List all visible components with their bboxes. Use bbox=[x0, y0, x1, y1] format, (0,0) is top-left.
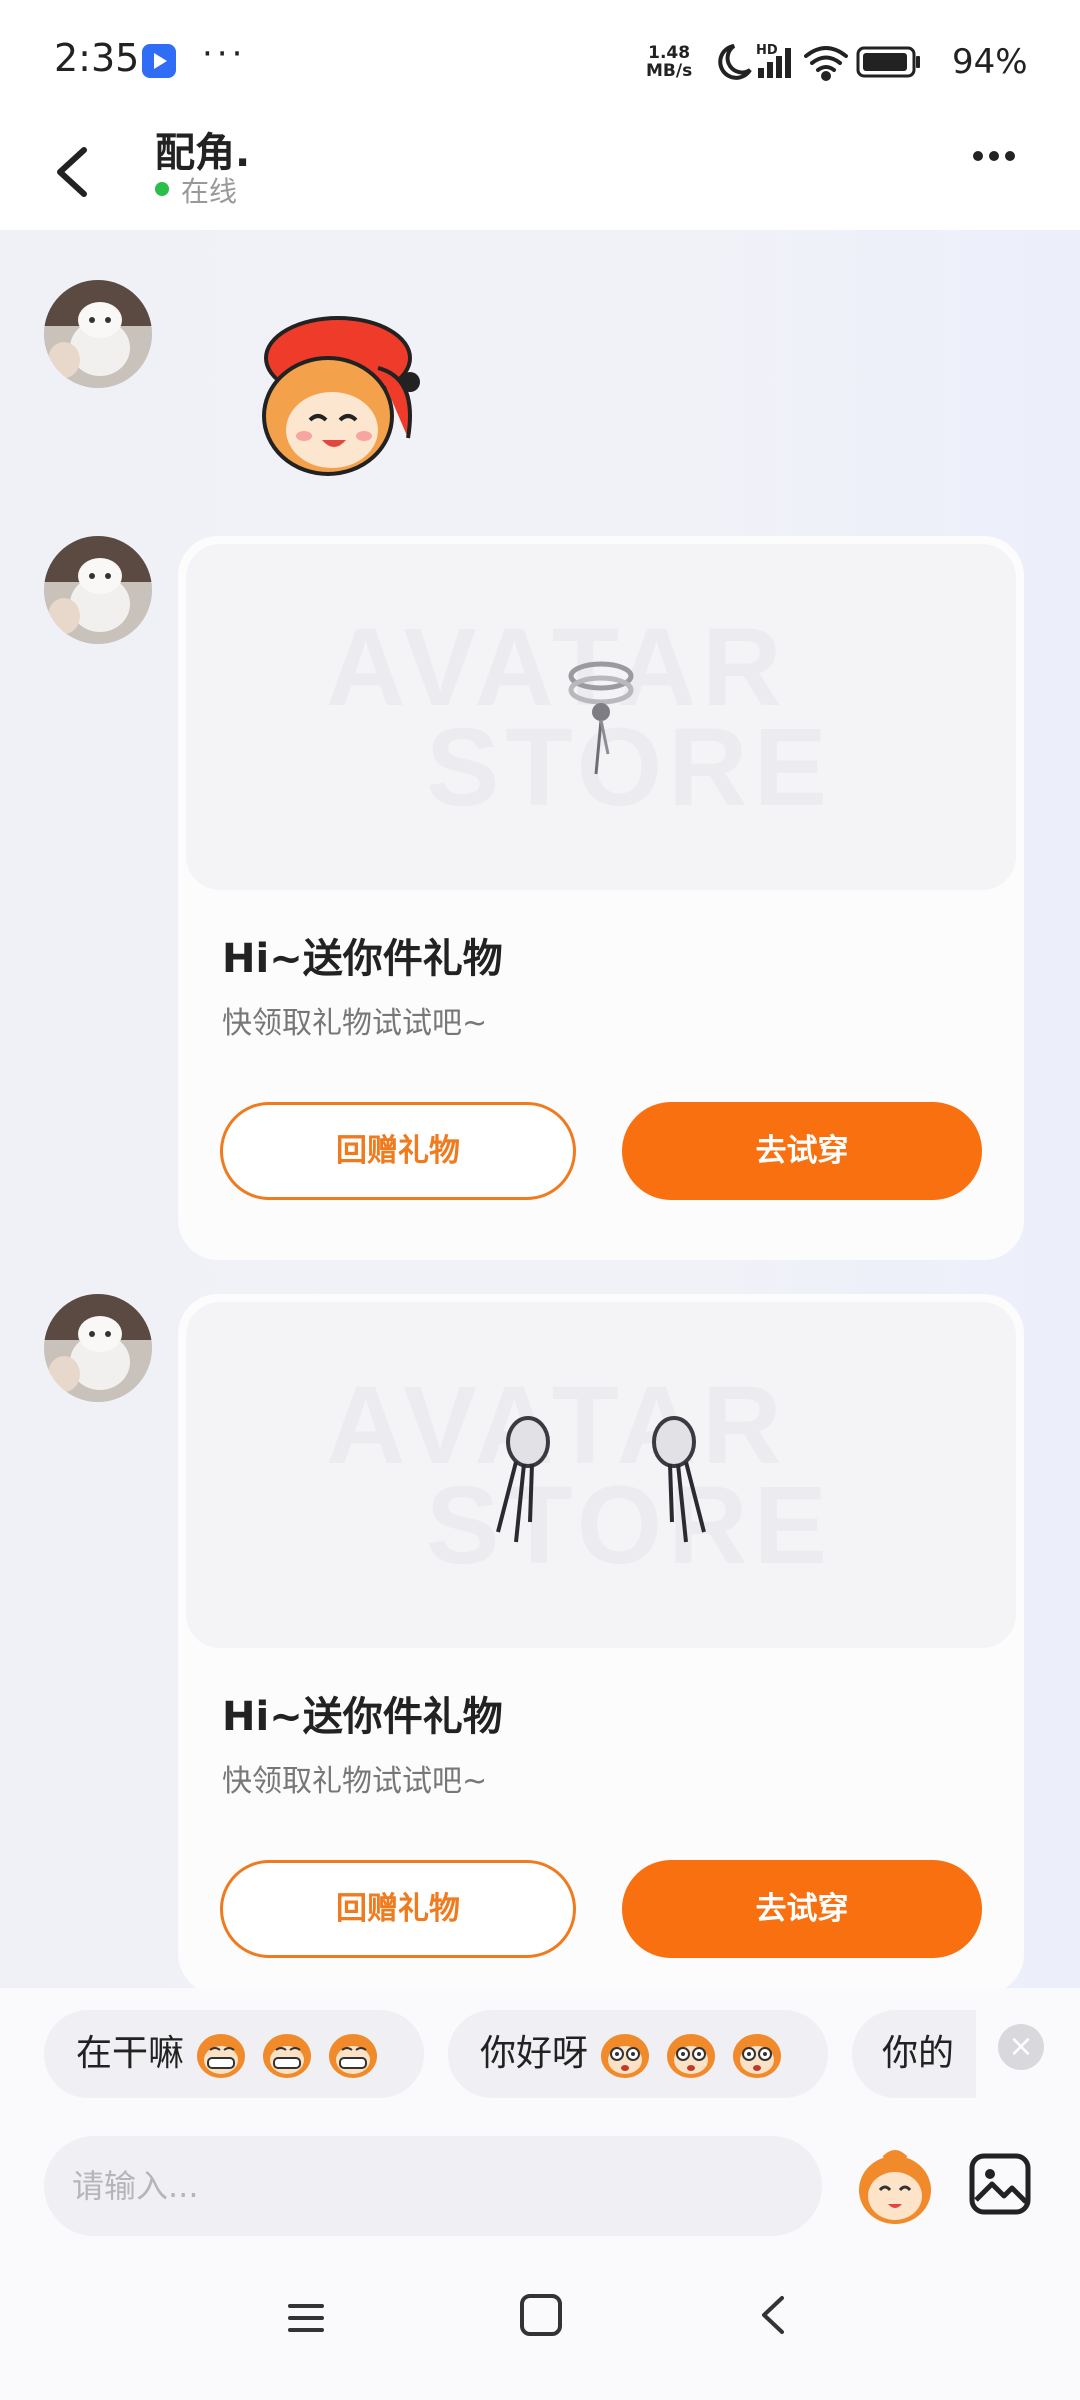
wifi-icon bbox=[804, 46, 848, 81]
hd-label: HD bbox=[756, 43, 778, 58]
back-button[interactable] bbox=[44, 132, 104, 212]
try-on-button[interactable]: 去试穿 bbox=[622, 1860, 982, 1958]
system-back-button[interactable] bbox=[750, 2290, 800, 2340]
return-gift-button[interactable]: 回赠礼物 bbox=[220, 1860, 576, 1958]
home-button[interactable] bbox=[516, 2290, 566, 2340]
system-navigation-bar bbox=[0, 2246, 1080, 2400]
quick-reply-text: 你好呀 bbox=[480, 2033, 589, 2074]
quick-reply-text: 你的 bbox=[882, 2033, 955, 2074]
earrings-gift-image bbox=[496, 1416, 706, 1543]
monkey-emoji-icon bbox=[859, 2150, 931, 2224]
choker-gift-image bbox=[568, 661, 634, 775]
wide-eye-monkey-icon bbox=[733, 2034, 781, 2078]
cartoon-sticker-image bbox=[262, 316, 420, 476]
image-icon bbox=[969, 2153, 1031, 2215]
contact-avatar[interactable] bbox=[44, 536, 152, 644]
chevron-left-icon bbox=[762, 2296, 784, 2334]
return-gift-button[interactable]: 回赠礼物 bbox=[220, 1102, 576, 1200]
avatar-image bbox=[44, 280, 152, 388]
more-notifications-icon: ··· bbox=[202, 34, 247, 74]
quick-reply-text: 在干嘛 bbox=[76, 2033, 185, 2074]
square-home-icon bbox=[520, 2294, 562, 2336]
emoji-button[interactable] bbox=[850, 2144, 940, 2228]
quick-reply-chip[interactable]: 在干嘛 bbox=[44, 2010, 424, 2098]
grin-monkey-icon bbox=[329, 2034, 377, 2078]
try-on-button[interactable]: 去试穿 bbox=[622, 1102, 982, 1200]
contact-avatar[interactable] bbox=[44, 280, 152, 388]
gift-preview[interactable]: AVATAR STORE bbox=[186, 1302, 1016, 1648]
message-input-bar bbox=[0, 2106, 1080, 2246]
gift-card[interactable]: AVATAR STORE Hi~送你件礼物 快领取礼物试试吧~ 回赠礼物 去试穿 bbox=[178, 1294, 1024, 1994]
grin-monkey-icon bbox=[197, 2034, 245, 2078]
recents-button[interactable] bbox=[282, 2294, 330, 2342]
battery-icon bbox=[856, 46, 920, 78]
status-time: 2:35 bbox=[54, 36, 140, 80]
status-icons: HD bbox=[718, 43, 920, 81]
contact-avatar[interactable] bbox=[44, 1294, 152, 1402]
avatar-image bbox=[44, 1294, 152, 1402]
message-input[interactable] bbox=[44, 2136, 822, 2236]
more-options-button[interactable] bbox=[970, 146, 1040, 196]
grin-monkey-icon bbox=[263, 2034, 311, 2078]
battery-percentage: 94% bbox=[952, 42, 1028, 82]
gift-card-subtitle: 快领取礼物试试吧~ bbox=[222, 1764, 488, 1799]
do-not-disturb-moon-icon bbox=[718, 44, 752, 80]
wide-eye-monkey-icon bbox=[601, 2034, 649, 2078]
quick-reply-chip[interactable]: 你的 bbox=[852, 2010, 976, 2098]
status-bar: 2:35 ··· 1.48 MB/s HD 94% bbox=[0, 0, 1080, 120]
chat-messages[interactable]: AVATAR STORE Hi~送你件礼物 快领取礼物试试吧~ 回赠礼物 去试穿 bbox=[0, 230, 1080, 1994]
gift-card-subtitle: 快领取礼物试试吧~ bbox=[222, 1006, 488, 1041]
avatar-image bbox=[44, 536, 152, 644]
online-status-dot bbox=[155, 182, 169, 196]
gift-preview[interactable]: AVATAR STORE bbox=[186, 544, 1016, 890]
chevron-left-icon bbox=[57, 147, 87, 197]
online-status-text: 在线 bbox=[181, 175, 238, 208]
sticker-message[interactable] bbox=[228, 308, 448, 508]
close-icon: × bbox=[1008, 2029, 1034, 2064]
menu-lines-icon bbox=[288, 2304, 324, 2332]
more-dot-icon bbox=[973, 151, 983, 161]
network-speed: 1.48 MB/s bbox=[646, 43, 693, 81]
wide-eye-monkey-icon bbox=[667, 2034, 715, 2078]
chat-header: 配角. 在线 bbox=[0, 120, 1080, 230]
gift-card-title: Hi~送你件礼物 bbox=[222, 936, 503, 982]
image-picker-button[interactable] bbox=[968, 2152, 1032, 2216]
close-quick-replies-button[interactable]: × bbox=[998, 2024, 1044, 2070]
gift-card-title: Hi~送你件礼物 bbox=[222, 1694, 503, 1740]
play-app-icon bbox=[142, 44, 176, 78]
gift-card[interactable]: AVATAR STORE Hi~送你件礼物 快领取礼物试试吧~ 回赠礼物 去试穿 bbox=[178, 536, 1024, 1260]
quick-reply-chip[interactable]: 你好呀 bbox=[448, 2010, 828, 2098]
quick-replies-bar: 在干嘛 你好呀 你的 × bbox=[0, 1988, 1080, 2106]
